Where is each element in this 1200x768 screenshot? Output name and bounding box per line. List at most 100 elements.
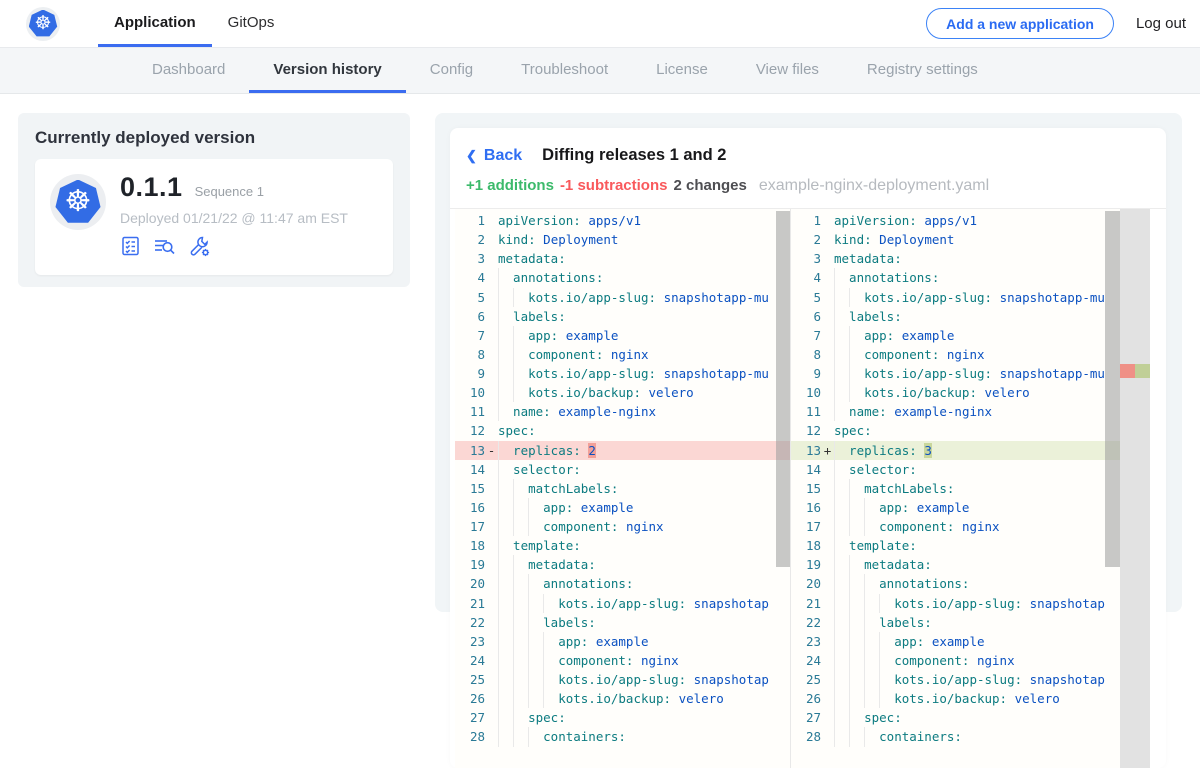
indent-guide xyxy=(849,613,864,632)
line-number: 27 xyxy=(455,708,485,727)
indent-guide xyxy=(498,498,513,517)
scrollbar-thumb[interactable] xyxy=(776,211,790,567)
scrollbar-thumb[interactable] xyxy=(1105,211,1120,567)
diff-sign xyxy=(821,307,834,326)
line-number: 17 xyxy=(791,517,821,536)
indent-guide xyxy=(879,594,894,613)
subnav-tab-config[interactable]: Config xyxy=(406,48,497,93)
diff-sign xyxy=(485,211,498,230)
diff-sign xyxy=(821,727,834,746)
indent-guide xyxy=(498,708,513,727)
indent-guide xyxy=(498,689,513,708)
subnav-tab-license[interactable]: License xyxy=(632,48,732,93)
line-number: 9 xyxy=(455,364,485,383)
code-text: kots.io/app-slug: snapshotap xyxy=(834,670,1150,689)
topnav-tab-application[interactable]: Application xyxy=(98,0,212,47)
indent-guide xyxy=(498,460,513,479)
code-line: 17component: nginx xyxy=(455,517,790,536)
app-kubernetes-icon: ☸ xyxy=(50,174,106,230)
add-application-button[interactable]: Add a new application xyxy=(926,8,1114,39)
indent-guide xyxy=(513,689,528,708)
line-number: 8 xyxy=(455,345,485,364)
line-number: 11 xyxy=(455,402,485,421)
diff-sign xyxy=(821,364,834,383)
line-number: 22 xyxy=(455,613,485,632)
diff-sign xyxy=(821,230,834,249)
release-notes-icon[interactable] xyxy=(153,235,177,257)
edit-config-icon[interactable] xyxy=(188,235,212,257)
code-text: spec: xyxy=(498,421,790,440)
code-text: kots.io/backup: velero xyxy=(498,689,790,708)
subnav-tab-dashboard[interactable]: Dashboard xyxy=(128,48,249,93)
code-text: name: example-nginx xyxy=(834,402,1150,421)
subnav-tab-version-history[interactable]: Version history xyxy=(249,48,405,93)
preflight-checks-icon[interactable] xyxy=(120,235,142,257)
diff-sign xyxy=(485,288,498,307)
line-number: 21 xyxy=(791,594,821,613)
topnav-tab-gitops[interactable]: GitOps xyxy=(212,0,291,47)
subnav-tab-registry-settings[interactable]: Registry settings xyxy=(843,48,1002,93)
indent-guide xyxy=(864,594,879,613)
code-line: 2kind: Deployment xyxy=(455,230,790,249)
code-line: 2kind: Deployment xyxy=(791,230,1150,249)
line-number: 6 xyxy=(791,307,821,326)
indent-guide xyxy=(528,632,543,651)
indent-guide xyxy=(528,727,543,746)
line-number: 1 xyxy=(791,211,821,230)
code-text: kots.io/app-slug: snapshotap xyxy=(498,670,790,689)
line-number: 25 xyxy=(455,670,485,689)
indent-guide xyxy=(849,632,864,651)
diff-overview-ruler xyxy=(1120,209,1150,768)
indent-guide xyxy=(498,268,513,287)
topnav-right: Add a new application Log out xyxy=(926,8,1200,39)
code-line: 19metadata: xyxy=(791,555,1150,574)
code-line: 8component: nginx xyxy=(791,345,1150,364)
code-text: selector: xyxy=(498,460,790,479)
code-line: 26kots.io/backup: velero xyxy=(791,689,1150,708)
indent-guide xyxy=(513,517,528,536)
indent-guide xyxy=(528,670,543,689)
diff-sign xyxy=(821,479,834,498)
diff-sign xyxy=(821,345,834,364)
diff-sign xyxy=(485,670,498,689)
indent-guide xyxy=(849,383,864,402)
code-text: containers: xyxy=(834,727,1150,746)
indent-guide xyxy=(513,632,528,651)
code-line: 13-replicas: 2 xyxy=(455,441,790,460)
indent-guide xyxy=(849,555,864,574)
code-line: 26kots.io/backup: velero xyxy=(455,689,790,708)
code-line: 9kots.io/app-slug: snapshotapp-mu xyxy=(455,364,790,383)
line-number: 17 xyxy=(455,517,485,536)
code-text: kots.io/backup: velero xyxy=(498,383,790,402)
code-text: spec: xyxy=(498,708,790,727)
indent-guide xyxy=(513,326,528,345)
diff-sign xyxy=(485,536,498,555)
subnav-tab-troubleshoot[interactable]: Troubleshoot xyxy=(497,48,632,93)
indent-guide xyxy=(849,517,864,536)
logout-link[interactable]: Log out xyxy=(1136,15,1186,32)
indent-guide xyxy=(498,727,513,746)
indent-guide xyxy=(849,651,864,670)
code-line: 25 kots.io/app-slug: snapshotap xyxy=(455,670,790,689)
code-text: component: nginx xyxy=(834,517,1150,536)
code-text: template: xyxy=(834,536,1150,555)
line-number: 28 xyxy=(455,727,485,746)
code-line: 5kots.io/app-slug: snapshotapp-mu xyxy=(455,288,790,307)
diff-sign xyxy=(485,651,498,670)
line-number: 10 xyxy=(455,383,485,402)
indent-guide xyxy=(528,574,543,593)
code-text: app: example xyxy=(834,632,1150,651)
indent-guide xyxy=(849,574,864,593)
indent-guide xyxy=(849,727,864,746)
code-line: 5kots.io/app-slug: snapshotapp-mu xyxy=(791,288,1150,307)
subnav-tab-view-files[interactable]: View files xyxy=(732,48,843,93)
indent-guide xyxy=(864,727,879,746)
back-button[interactable]: ❮ Back xyxy=(466,147,522,165)
diff-sign xyxy=(821,670,834,689)
diff-sign xyxy=(485,613,498,632)
code-text: metadata: xyxy=(834,555,1150,574)
indent-guide xyxy=(834,326,849,345)
indent-guide xyxy=(864,689,879,708)
indent-guide xyxy=(864,613,879,632)
indent-guide xyxy=(834,517,849,536)
